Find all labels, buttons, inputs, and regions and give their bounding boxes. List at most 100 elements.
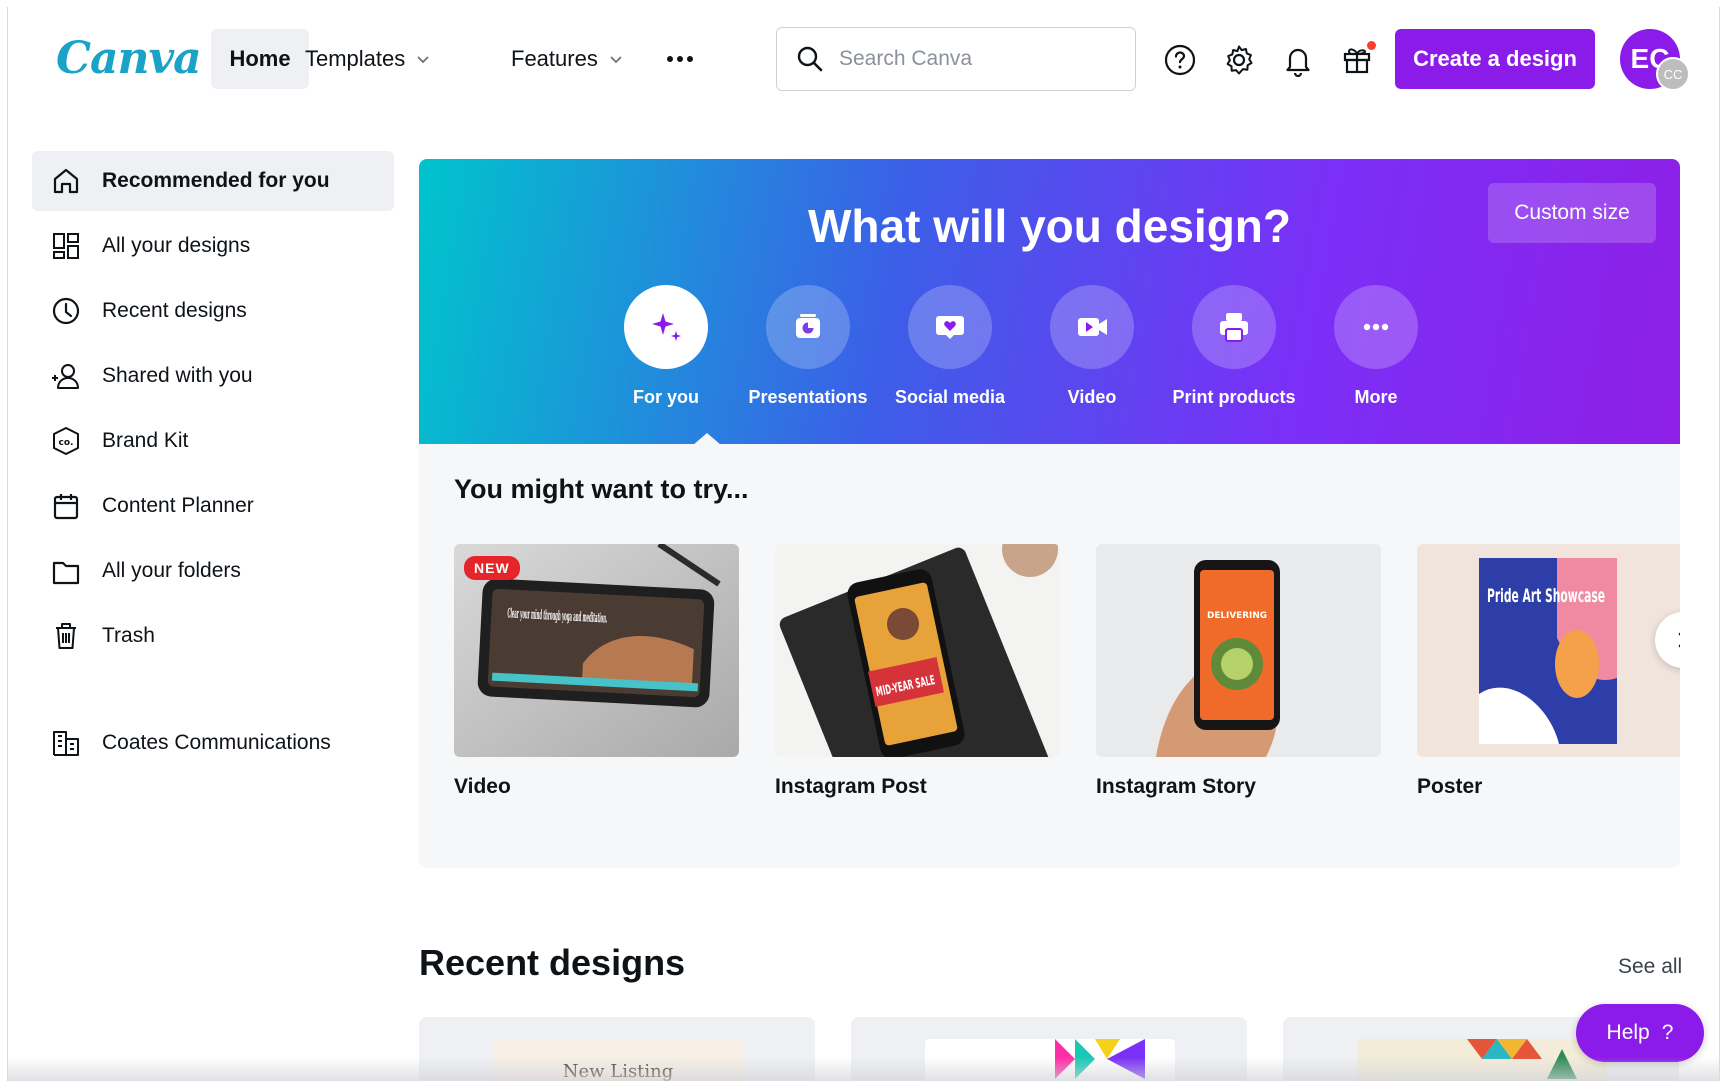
home-icon: [53, 168, 79, 194]
canva-logo[interactable]: Canva: [56, 33, 202, 84]
card-label: Poster: [1417, 775, 1483, 798]
nav-more-button[interactable]: [660, 43, 700, 75]
sparkle-icon: [652, 313, 681, 341]
category-circle: [766, 285, 850, 369]
gift-button[interactable]: [1338, 41, 1376, 79]
nav-templates[interactable]: Templates: [305, 29, 431, 89]
nav-features[interactable]: Features: [511, 29, 624, 89]
category-label: More: [1354, 387, 1398, 407]
card-thumbnail: Clear your mind through yoga and meditat…: [454, 544, 739, 757]
category-video[interactable]: Video: [1021, 285, 1163, 408]
sidebar-item-label: Brand Kit: [102, 429, 189, 452]
sidebar-item-label: Content Planner: [102, 494, 254, 517]
category-circle: [1334, 285, 1418, 369]
category-label: Social media: [894, 387, 1006, 407]
category-label: Presentations: [748, 387, 868, 407]
suggestion-card-poster[interactable]: Pride Art Showcase Poster: [1417, 544, 1680, 799]
suggestion-card-video[interactable]: Clear your mind through yoga and meditat…: [454, 544, 739, 799]
sidebar-item-all-designs[interactable]: All your designs: [32, 216, 394, 276]
sidebar-item-folders[interactable]: All your folders: [32, 541, 394, 601]
presentation-icon: [796, 314, 820, 338]
sidebar-item-label: Recent designs: [102, 299, 247, 322]
card-thumbnail: DELIVERING: [1096, 544, 1381, 757]
sidebar-item-recent-designs[interactable]: Recent designs: [32, 281, 394, 341]
sidebar-item-team[interactable]: Coates Communications: [32, 713, 394, 773]
team-avatar-badge: CC: [1656, 57, 1690, 91]
custom-size-button[interactable]: Custom size: [1488, 183, 1656, 243]
category-label: Print products: [1172, 387, 1296, 407]
search-input[interactable]: [839, 47, 1119, 71]
category-circle: [624, 285, 708, 369]
question-icon: [1164, 44, 1196, 76]
brand-kit-icon: co.: [53, 427, 79, 455]
sidebar: Recommended for you All your designs Rec…: [8, 111, 408, 1081]
sidebar-item-brand-kit[interactable]: co. Brand Kit: [32, 411, 394, 471]
sidebar-item-label: Trash: [102, 624, 155, 647]
chevron-down-icon: [417, 56, 429, 64]
trash-icon: [56, 623, 76, 649]
sidebar-item-trash[interactable]: Trash: [32, 606, 394, 666]
recent-designs-heading: Recent designs: [419, 942, 686, 983]
app-window: Canva Home Templates Features Search Can…: [7, 7, 1720, 1081]
card-label: Instagram Story: [1096, 775, 1256, 798]
card-label: Video: [454, 775, 511, 798]
notifications-button[interactable]: [1279, 41, 1317, 79]
story-thumb-caption: DELIVERING: [1207, 611, 1267, 621]
sidebar-item-content-planner[interactable]: Content Planner: [32, 476, 394, 536]
building-icon: [53, 731, 79, 756]
nav-home[interactable]: Home: [211, 29, 309, 89]
sidebar-item-label: Shared with you: [102, 364, 253, 387]
card-label: Instagram Post: [775, 775, 927, 798]
calendar-icon: [53, 494, 79, 520]
clock-icon: [52, 297, 80, 325]
more-dot: [677, 56, 683, 62]
hero-banner: What will you design? Custom size For yo…: [419, 159, 1680, 445]
suggestions-title: You might want to try...: [454, 474, 749, 504]
suggestion-card-instagram-story[interactable]: DELIVERING Instagram Story: [1096, 544, 1381, 799]
card-thumbnail: Pride Art Showcase: [1417, 544, 1680, 757]
search-icon: [797, 46, 823, 72]
nav-templates-label: Templates: [305, 46, 406, 71]
poster-thumb-caption: Pride Art Showcase: [1487, 585, 1605, 607]
sidebar-item-label: All your folders: [102, 559, 241, 582]
more-dot: [667, 56, 673, 62]
create-design-button[interactable]: Create a design: [1395, 29, 1595, 89]
new-badge: NEW: [464, 556, 520, 580]
help-button[interactable]: Help ?: [1576, 1004, 1704, 1062]
help-label: Help: [1606, 1021, 1650, 1044]
instagram-story-thumbnail-image: DELIVERING: [1096, 544, 1381, 757]
search-box[interactable]: [776, 27, 1136, 91]
help-icon-button[interactable]: [1161, 41, 1199, 79]
sidebar-item-label: All your designs: [102, 234, 251, 257]
sidebar-item-recommended[interactable]: Recommended for you: [32, 151, 394, 211]
poster-thumbnail-image: Pride Art Showcase: [1417, 544, 1680, 757]
category-label: For you: [633, 387, 699, 407]
more-icon: [1363, 323, 1389, 331]
heart-icon: [936, 316, 964, 339]
category-print-products[interactable]: Print products: [1163, 285, 1305, 408]
chevron-right-icon: [1678, 632, 1680, 648]
people-icon: [52, 364, 79, 389]
question-glyph: ?: [1661, 1021, 1674, 1044]
category-circle: [1050, 285, 1134, 369]
printer-icon: [1220, 313, 1248, 342]
svg-text:co.: co.: [59, 438, 74, 448]
settings-button[interactable]: [1220, 41, 1258, 79]
see-all-link[interactable]: See all: [1618, 955, 1682, 979]
more-dot: [687, 56, 693, 62]
notification-dot: [1367, 41, 1376, 50]
category-for-you[interactable]: For you: [595, 285, 737, 408]
folder-icon: [52, 561, 80, 585]
sidebar-item-label: Recommended for you: [102, 169, 330, 192]
suggestion-card-instagram-post[interactable]: MID-YEAR SALE Instagram Post: [775, 544, 1060, 799]
top-header: Canva Home Templates Features Search Can…: [8, 7, 1719, 111]
category-more[interactable]: More: [1305, 285, 1447, 408]
category-social-media[interactable]: Social media: [879, 285, 1021, 408]
category-label: Video: [1067, 387, 1117, 407]
gear-icon: [1226, 45, 1253, 75]
chevron-down-icon: [610, 56, 622, 64]
sidebar-item-shared[interactable]: Shared with you: [32, 346, 394, 406]
category-presentations[interactable]: Presentations: [737, 285, 879, 408]
bell-icon: [1286, 48, 1310, 77]
sidebar-item-label: Coates Communications: [102, 731, 331, 754]
